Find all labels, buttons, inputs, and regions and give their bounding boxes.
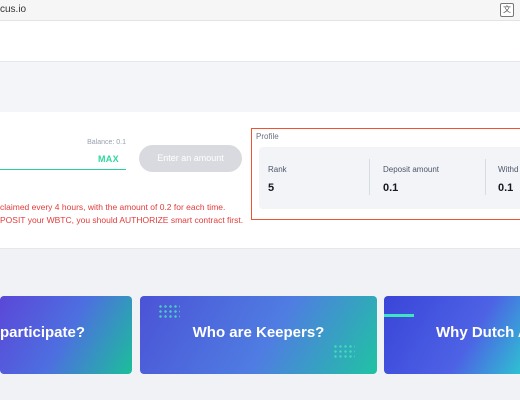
dot-pattern [158,304,180,320]
dot-pattern [333,344,355,360]
profile-stats: Rank 5 Deposit amount 0.1 Withd 0.1 [259,147,520,209]
withdraw-amount-label: Withd [498,165,519,174]
rank-label: Rank [268,165,287,174]
translate-icon[interactable]: 文 [500,3,514,17]
browser-address-bar[interactable]: cus.io 文 [0,0,520,21]
banner-why-dutch-auction[interactable]: Why Dutch A [384,296,520,374]
amount-input-underline[interactable] [0,169,126,170]
url-text[interactable]: cus.io [0,4,26,15]
deposit-amount-value: 0.1 [383,182,399,194]
accent-stripe [384,314,414,317]
header [0,21,520,61]
banner-title: participate? [0,324,86,341]
deposit-amount-label: Deposit amount [383,165,440,174]
stat-divider [369,159,370,195]
balance-label: Balance: 0.1 [87,139,126,146]
profile-title: Profile [256,132,279,141]
banner-title: Who are Keepers? [192,324,325,341]
authorize-note: POSIT your WBTC, you should AUTHORIZE sm… [0,215,244,225]
profile-panel: Profile Rank 5 Deposit amount 0.1 Withd … [251,128,520,220]
max-button[interactable]: MAX [98,154,119,164]
banner-title: Why Dutch A [436,324,520,341]
subheader [0,61,520,113]
banner-who-are-keepers[interactable]: Who are Keepers? [140,296,377,374]
rank-value: 5 [268,182,275,194]
banner-how-to-participate[interactable]: participate? [0,296,132,374]
claim-note: claimed every 4 hours, with the amount o… [0,202,226,212]
page-footer-strip [0,390,520,400]
stat-divider [485,159,486,195]
withdraw-amount-value: 0.1 [498,182,514,194]
enter-amount-button[interactable]: Enter an amount [139,145,242,172]
